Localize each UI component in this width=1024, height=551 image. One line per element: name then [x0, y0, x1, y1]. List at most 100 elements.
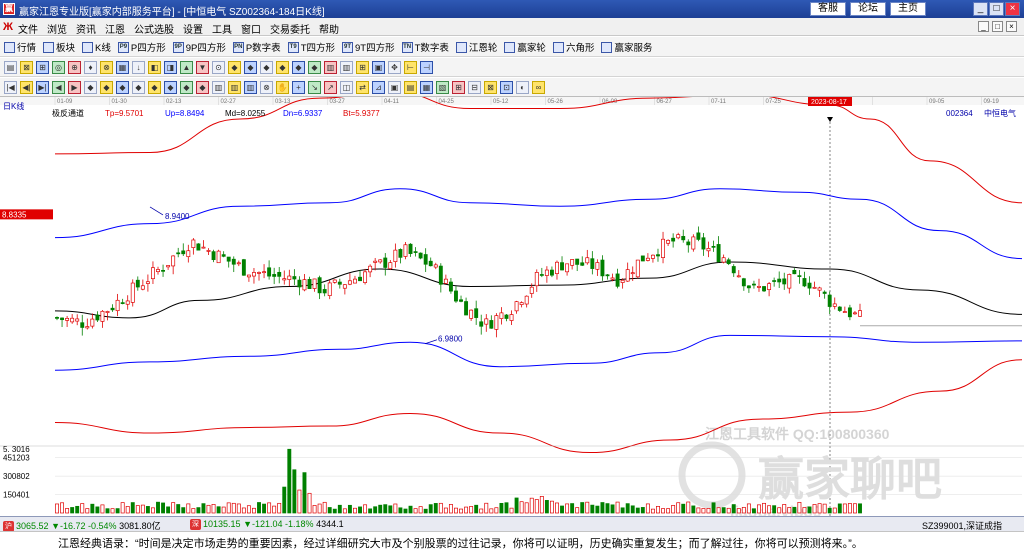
draw-tool-icon-20[interactable]: ↗ [324, 81, 337, 94]
toolbar-button-12[interactable]: 赢家服务 [601, 40, 652, 54]
chart-tool-icon-25[interactable]: ⊢ [404, 61, 417, 74]
toolbar-button-0[interactable]: 行情 [4, 40, 36, 54]
draw-tool-icon-5[interactable]: ◆ [84, 81, 97, 94]
draw-tool-icon-31[interactable]: ⊡ [500, 81, 513, 94]
draw-tool-icon-33[interactable]: ∞ [532, 81, 545, 94]
draw-tool-icon-6[interactable]: ◆ [100, 81, 113, 94]
chart-tool-icon-4[interactable]: ⊕ [68, 61, 81, 74]
draw-tool-icon-13[interactable]: ▥ [212, 81, 225, 94]
draw-tool-icon-3[interactable]: ◀ [52, 81, 65, 94]
toolbar-button-8[interactable]: TN T数字表 [401, 40, 449, 54]
draw-tool-icon-10[interactable]: ◆ [164, 81, 177, 94]
chart-tool-icon-23[interactable]: ▣ [372, 61, 385, 74]
volume-bar [590, 504, 595, 514]
home-link[interactable]: 主页 [890, 2, 926, 16]
draw-tool-icon-24[interactable]: ▣ [388, 81, 401, 94]
draw-tool-icon-19[interactable]: ↘ [308, 81, 321, 94]
draw-tool-icon-27[interactable]: ▧ [436, 81, 449, 94]
mdi-minimize-button[interactable]: _ [978, 21, 989, 32]
toolbar-button-6[interactable]: T9 T四方形 [287, 40, 335, 54]
toolbar-button-9[interactable]: 江恩轮 [455, 40, 497, 54]
chart-tool-icon-5[interactable]: ♦ [84, 61, 97, 74]
maximize-button[interactable]: □ [989, 2, 1004, 16]
draw-tool-icon-7[interactable]: ◆ [116, 81, 129, 94]
menu-item-5[interactable]: 设置 [183, 21, 203, 36]
menu-item-0[interactable]: 文件 [18, 21, 38, 36]
draw-tool-icon-9[interactable]: ◆ [148, 81, 161, 94]
menu-item-7[interactable]: 窗口 [241, 21, 261, 36]
chart-tool-icon-12[interactable]: ▼ [196, 61, 209, 74]
draw-tool-icon-25[interactable]: ▤ [404, 81, 417, 94]
mdi-restore-button[interactable]: □ [992, 21, 1003, 32]
menu-item-4[interactable]: 公式选股 [134, 21, 174, 36]
draw-tool-icon-16[interactable]: ⊗ [260, 81, 273, 94]
toolbar-button-3[interactable]: P9 P四方形 [117, 40, 166, 54]
menu-item-2[interactable]: 资讯 [76, 21, 96, 36]
kline-chart-panel[interactable]: 01-09 01-30 02-13 02-27 03-13 03-27 04-11 04-25… [0, 97, 1024, 516]
chart-tool-icon-10[interactable]: ◨ [164, 61, 177, 74]
title-bar: 赢 赢家江恩专业版[赢家内部服务平台] - [中恒电气 SZ002364-184… [0, 0, 1024, 18]
chart-tool-icon-14[interactable]: ◆ [228, 61, 241, 74]
draw-tool-icon-8[interactable]: ◆ [132, 81, 145, 94]
toolbar-button-4[interactable]: 9P 9P四方形 [172, 40, 226, 54]
draw-tool-icon-17[interactable]: ✋ [276, 81, 289, 94]
draw-tool-icon-21[interactable]: ◫ [340, 81, 353, 94]
draw-tool-icon-28[interactable]: ⊞ [452, 81, 465, 94]
toolbar-button-11[interactable]: 六角形 [552, 40, 594, 54]
menu-item-9[interactable]: 帮助 [319, 21, 339, 36]
chart-tool-icon-19[interactable]: ◆ [308, 61, 321, 74]
chart-tool-icon-11[interactable]: ▲ [180, 61, 193, 74]
draw-tool-icon-18[interactable]: + [292, 81, 305, 94]
draw-tool-icon-11[interactable]: ◆ [180, 81, 193, 94]
chart-tool-icon-21[interactable]: ▥ [340, 61, 353, 74]
chart-tool-icon-7[interactable]: ▦ [116, 61, 129, 74]
chart-tool-icon-20[interactable]: ▥ [324, 61, 337, 74]
menu-item-8[interactable]: 交易委托 [270, 21, 310, 36]
menu-item-3[interactable]: 江恩 [105, 21, 125, 36]
draw-tool-icon-26[interactable]: ▦ [420, 81, 433, 94]
draw-tool-icon-14[interactable]: ▥ [228, 81, 241, 94]
menu-item-1[interactable]: 浏览 [47, 21, 67, 36]
candle-body [474, 308, 479, 318]
draw-tool-icon-0[interactable]: |◀ [4, 81, 17, 94]
chart-tool-icon-9[interactable]: ◧ [148, 61, 161, 74]
sz-index-status[interactable]: 深 10135.15 ▼-121.04 -1.18% 4344.1 [190, 519, 344, 531]
chart-tool-icon-24[interactable]: ✥ [388, 61, 401, 74]
mdi-close-button[interactable]: × [1006, 21, 1017, 32]
draw-tool-icon-30[interactable]: ⊠ [484, 81, 497, 94]
draw-tool-icon-12[interactable]: ◆ [196, 81, 209, 94]
toolbar-button-10[interactable]: 赢家轮 [504, 40, 546, 54]
chart-tool-icon-22[interactable]: ⊞ [356, 61, 369, 74]
chart-tool-icon-0[interactable]: ▤ [4, 61, 17, 74]
chart-tool-icon-15[interactable]: ◆ [244, 61, 257, 74]
toolbar-button-1[interactable]: 板块 [43, 40, 75, 54]
chart-tool-icon-16[interactable]: ◆ [260, 61, 273, 74]
volume-bar [544, 500, 549, 514]
chart-tool-icon-3[interactable]: ◎ [52, 61, 65, 74]
draw-tool-icon-29[interactable]: ⊟ [468, 81, 481, 94]
chart-tool-icon-8[interactable]: ↓ [132, 61, 145, 74]
toolbar-button-5[interactable]: PN P数字表 [232, 40, 281, 54]
chart-tool-icon-18[interactable]: ◆ [292, 61, 305, 74]
chart-tool-icon-17[interactable]: ◆ [276, 61, 289, 74]
minimize-button[interactable]: _ [973, 2, 988, 16]
chart-tool-icon-26[interactable]: ⊣ [420, 61, 433, 74]
chart-tool-icon-13[interactable]: ⊙ [212, 61, 225, 74]
toolbar-button-2[interactable]: K线 [82, 40, 111, 54]
chart-tool-icon-2[interactable]: ⊞ [36, 61, 49, 74]
menu-item-6[interactable]: 工具 [212, 21, 232, 36]
draw-tool-icon-32[interactable]: ◐ [516, 81, 529, 94]
draw-tool-icon-1[interactable]: ◀| [20, 81, 33, 94]
draw-tool-icon-4[interactable]: ▶ [68, 81, 81, 94]
customer-service-link[interactable]: 客服 [810, 2, 846, 16]
toolbar-button-7[interactable]: 9T 9T四方形 [342, 40, 395, 54]
draw-tool-icon-22[interactable]: ⇄ [356, 81, 369, 94]
draw-tool-icon-15[interactable]: ▥ [244, 81, 257, 94]
draw-tool-icon-23[interactable]: ⊿ [372, 81, 385, 94]
chart-tool-icon-6[interactable]: ⊗ [100, 61, 113, 74]
draw-tool-icon-2[interactable]: ▶| [36, 81, 49, 94]
close-button[interactable]: × [1005, 2, 1020, 16]
kline-chart[interactable]: 01-09 01-30 02-13 02-27 03-13 03-27 04-11 04-25… [0, 97, 1024, 516]
chart-tool-icon-1[interactable]: ⊠ [20, 61, 33, 74]
forum-link[interactable]: 论坛 [850, 2, 886, 16]
